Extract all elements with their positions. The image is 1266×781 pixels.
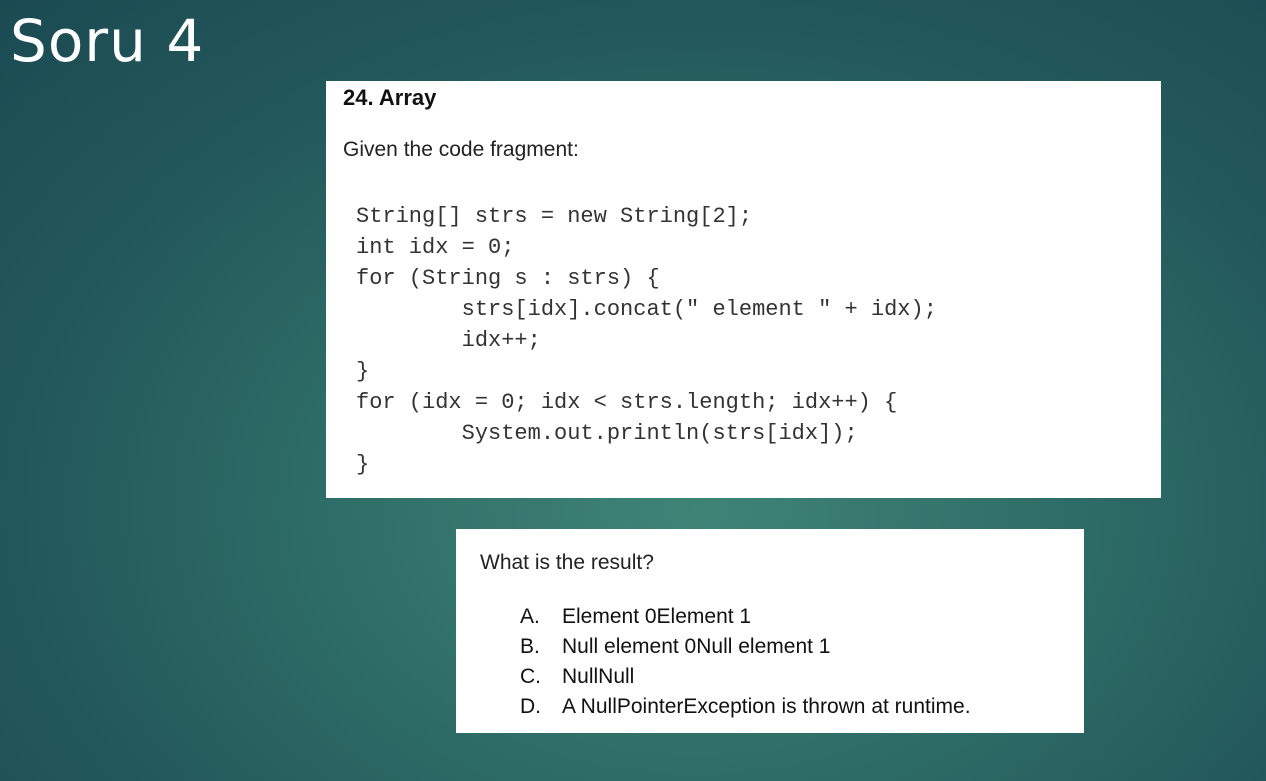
option-text: A NullPointerException is thrown at runt… [562, 695, 971, 718]
answer-prompt: What is the result? [480, 551, 654, 574]
option-a: A. Element 0Element 1 [520, 602, 971, 632]
option-b: B. Null element 0Null element 1 [520, 632, 971, 662]
question-intro: Given the code fragment: [343, 138, 579, 161]
slide-title: Soru 4 [10, 7, 205, 75]
option-letter: A. [520, 605, 540, 628]
option-d: D. A NullPointerException is thrown at r… [520, 692, 971, 722]
answer-options: A. Element 0Element 1 B. Null element 0N… [520, 602, 971, 722]
option-text: Element 0Element 1 [562, 605, 752, 628]
option-letter: B. [520, 635, 540, 658]
question-heading: 24. Array [343, 85, 437, 110]
option-text: NullNull [562, 665, 635, 688]
option-letter: C. [520, 665, 541, 688]
option-c: C. NullNull [520, 662, 971, 692]
code-fragment: String[] strs = new String[2]; int idx =… [356, 204, 937, 477]
option-text: Null element 0Null element 1 [562, 635, 831, 658]
option-letter: D. [520, 695, 541, 718]
question-card: 24. Array Given the code fragment: Strin… [326, 81, 1161, 498]
answer-card: What is the result? A. Element 0Element … [456, 529, 1084, 733]
